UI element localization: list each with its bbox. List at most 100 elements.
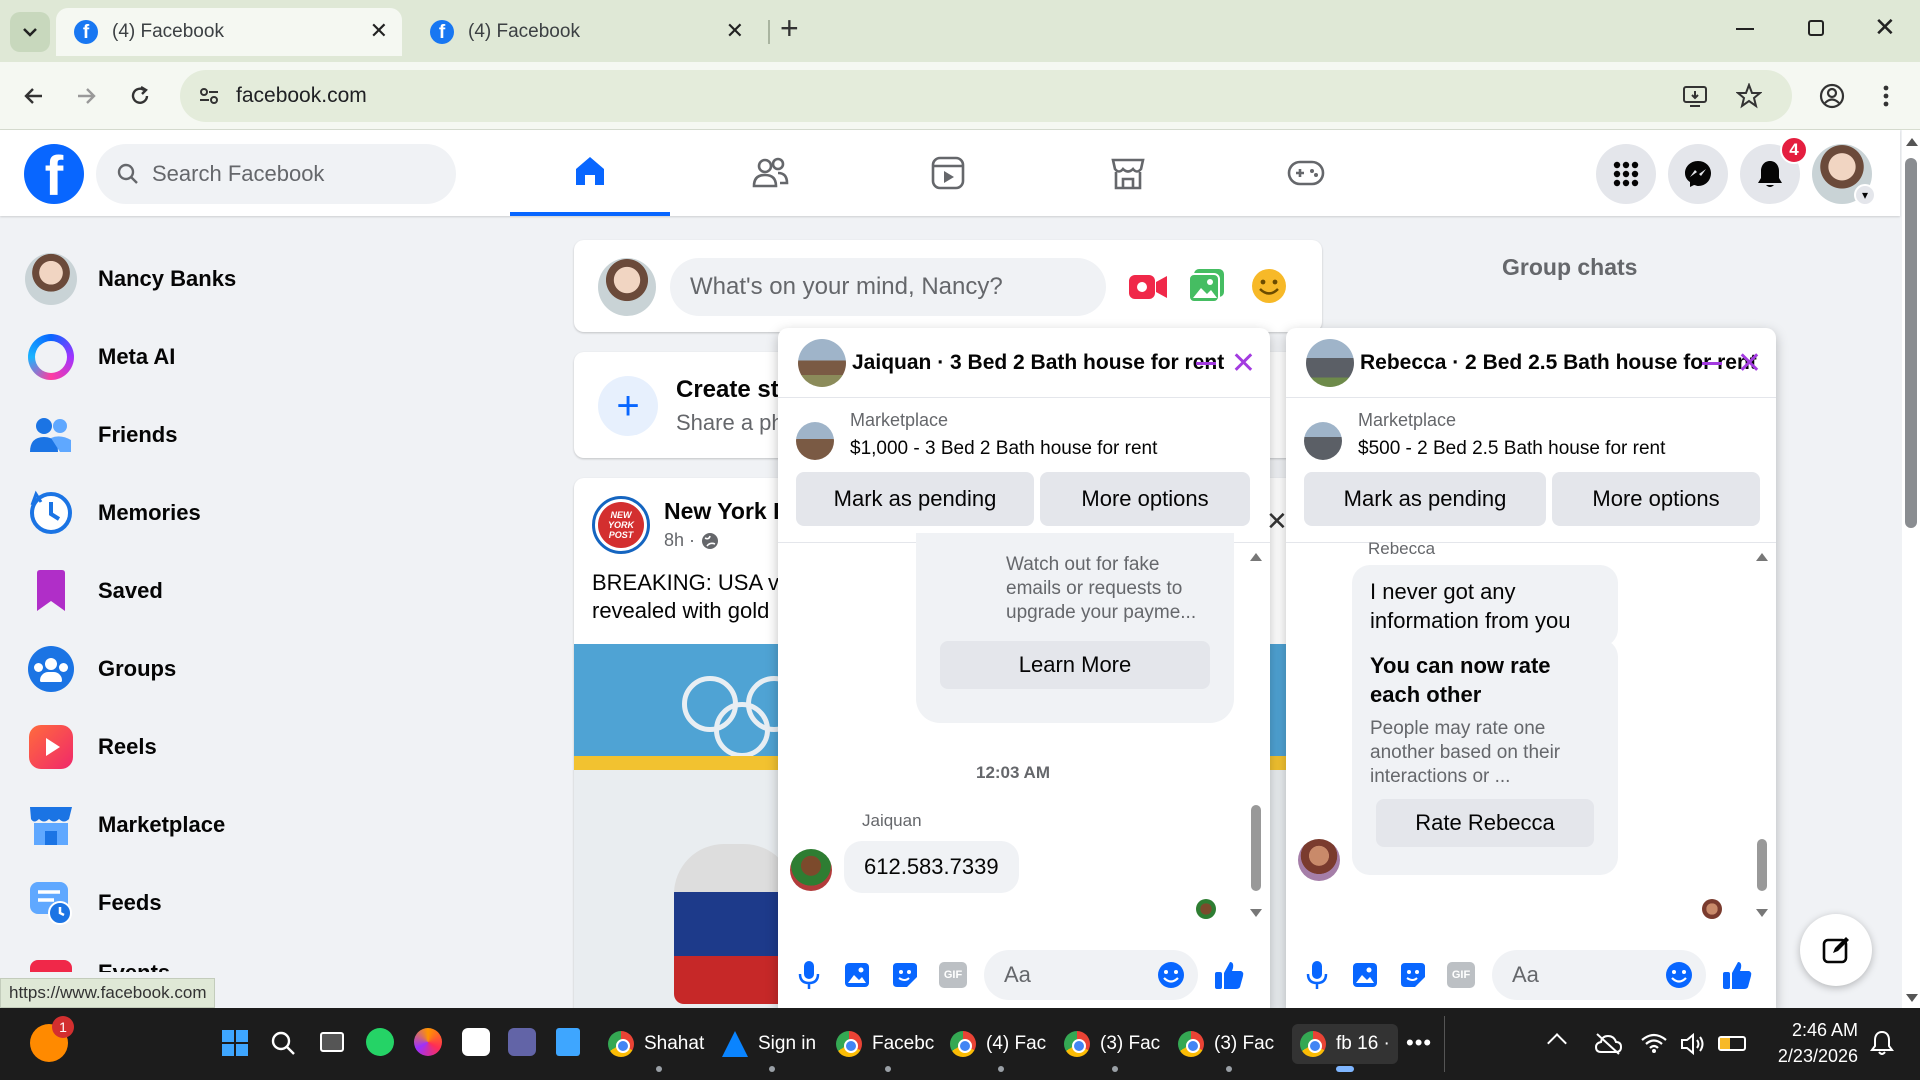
more-options-button[interactable]: More options — [1040, 472, 1250, 526]
chat-scrollbar[interactable] — [1248, 543, 1264, 933]
browser-menu-button[interactable] — [1870, 80, 1902, 112]
address-bar[interactable]: facebook.com — [180, 70, 1792, 122]
firefox-icon[interactable] — [414, 1028, 442, 1056]
rate-rebecca-button[interactable]: Rate Rebecca — [1376, 799, 1594, 847]
clock-time[interactable]: 2:46 AM — [1770, 1020, 1858, 1041]
message-input[interactable]: Aa — [984, 950, 1198, 1000]
post-author[interactable]: New York P — [664, 498, 788, 525]
close-popup-icon[interactable]: ✕ — [1266, 506, 1288, 537]
notepad-icon[interactable] — [556, 1028, 580, 1056]
browser-tab[interactable]: f (4) Facebook ✕ — [412, 8, 758, 56]
page-scrollbar[interactable] — [1902, 130, 1920, 1010]
attach-photo-button[interactable] — [1348, 958, 1382, 992]
clock-date[interactable]: 2/23/2026 — [1770, 1046, 1858, 1067]
minimize-chat-icon[interactable] — [1702, 362, 1722, 365]
new-message-button[interactable] — [1800, 914, 1872, 986]
profile-button[interactable] — [1816, 80, 1848, 112]
minimize-chat-icon[interactable] — [1196, 362, 1216, 365]
tab-friends[interactable] — [690, 130, 850, 216]
tab-marketplace[interactable] — [1048, 130, 1208, 216]
account-avatar-button[interactable]: ▾ — [1812, 144, 1876, 206]
scrollbar-thumb[interactable] — [1757, 839, 1767, 891]
mark-as-pending-button[interactable]: Mark as pending — [796, 472, 1034, 526]
install-app-icon[interactable] — [1682, 83, 1708, 109]
new-tab-button[interactable]: + — [780, 10, 799, 47]
sidebar-item-events[interactable]: Events — [14, 942, 534, 972]
feeling-emoji-icon[interactable] — [1250, 267, 1288, 305]
close-window-button[interactable]: ✕ — [1874, 12, 1896, 43]
scroll-up-arrow-icon[interactable] — [1756, 553, 1768, 561]
taskbar-app-item[interactable]: Shahat — [608, 1024, 704, 1072]
capcut-icon[interactable] — [462, 1028, 490, 1056]
create-post-input[interactable]: What's on your mind, Nancy? — [670, 258, 1106, 316]
photo-video-icon[interactable] — [1188, 268, 1226, 304]
tab-video[interactable] — [868, 130, 1028, 216]
close-chat-icon[interactable]: ✕ — [1737, 346, 1762, 381]
voice-clip-button[interactable] — [1300, 958, 1334, 992]
tab-home[interactable] — [510, 130, 670, 216]
gif-button[interactable]: GIF — [936, 958, 970, 992]
browser-tab-active[interactable]: f (4) Facebook ✕ — [56, 8, 402, 56]
live-video-icon[interactable] — [1128, 272, 1168, 302]
chat-scrollbar[interactable] — [1754, 543, 1770, 933]
tab-search-button[interactable] — [10, 12, 50, 52]
search-icon[interactable] — [270, 1030, 296, 1056]
whatsapp-icon[interactable] — [366, 1028, 394, 1056]
scrollbar-thumb[interactable] — [1905, 158, 1917, 528]
minimize-button[interactable] — [1736, 28, 1754, 30]
site-info-icon[interactable] — [198, 85, 220, 107]
more-apps-icon[interactable]: ••• — [1406, 1030, 1432, 1056]
learn-more-button[interactable]: Learn More — [940, 641, 1210, 689]
battery-icon[interactable] — [1718, 1036, 1746, 1051]
taskbar-app-item-active[interactable]: fb 16 · — [1292, 1024, 1398, 1072]
sidebar-item-marketplace[interactable]: Marketplace — [14, 786, 534, 864]
emoji-icon[interactable] — [1156, 960, 1186, 990]
sticker-button[interactable] — [888, 958, 922, 992]
taskbar-app-item[interactable]: Sign in — [722, 1024, 816, 1072]
scrollbar-thumb[interactable] — [1251, 805, 1261, 891]
sidebar-item-reels[interactable]: Reels — [14, 708, 534, 786]
close-tab-icon[interactable]: ✕ — [370, 18, 388, 44]
sidebar-item-saved[interactable]: Saved — [14, 552, 534, 630]
reload-button[interactable] — [124, 80, 156, 112]
sidebar-item-memories[interactable]: Memories — [14, 474, 534, 552]
tab-gaming[interactable] — [1226, 130, 1386, 216]
teams-icon[interactable] — [508, 1028, 536, 1056]
sidebar-item-meta-ai[interactable]: Meta AI — [14, 318, 534, 396]
message-bubble[interactable]: I never got any information from you — [1352, 565, 1618, 647]
notifications-button[interactable]: 4 — [1740, 136, 1808, 204]
like-button[interactable] — [1720, 958, 1754, 992]
chat-header[interactable]: Jaiquan · 3 Bed 2 Bath house for rent ✕ — [778, 328, 1270, 398]
scroll-down-arrow-icon[interactable] — [1756, 909, 1768, 917]
message-input[interactable]: Aa — [1492, 950, 1706, 1000]
forward-button[interactable] — [70, 80, 102, 112]
attach-photo-button[interactable] — [840, 958, 874, 992]
new-york-post-logo[interactable]: NEW YORK POST — [592, 496, 650, 554]
mark-as-pending-button[interactable]: Mark as pending — [1304, 472, 1546, 526]
sidebar-item-feeds[interactable]: Feeds — [14, 864, 534, 942]
sidebar-item-friends[interactable]: Friends — [14, 396, 534, 474]
emoji-icon[interactable] — [1664, 960, 1694, 990]
sidebar-item-groups[interactable]: Groups — [14, 630, 534, 708]
scroll-down-arrow-icon[interactable] — [1250, 909, 1262, 917]
sticker-button[interactable] — [1396, 958, 1430, 992]
search-input[interactable]: Search Facebook — [96, 144, 456, 204]
sidebar-item-profile[interactable]: Nancy Banks — [14, 240, 534, 318]
taskbar-app-item[interactable]: (3) Fac — [1178, 1024, 1274, 1072]
notification-app-button[interactable]: 1 — [30, 1016, 74, 1062]
restore-button[interactable] — [1808, 20, 1824, 36]
messenger-button[interactable] — [1668, 144, 1728, 204]
scroll-up-arrow-icon[interactable] — [1906, 138, 1918, 146]
taskbar-app-item[interactable]: (3) Fac — [1064, 1024, 1160, 1072]
voice-clip-button[interactable] — [792, 958, 826, 992]
wifi-icon[interactable] — [1640, 1032, 1668, 1054]
notification-bell-icon[interactable] — [1870, 1030, 1894, 1056]
more-options-button[interactable]: More options — [1552, 472, 1760, 526]
like-button[interactable] — [1212, 958, 1246, 992]
start-button[interactable] — [222, 1030, 248, 1056]
gif-button[interactable]: GIF — [1444, 958, 1478, 992]
scroll-up-arrow-icon[interactable] — [1250, 553, 1262, 561]
close-tab-icon[interactable]: ✕ — [726, 18, 744, 44]
bookmark-star-icon[interactable] — [1736, 83, 1762, 109]
show-hidden-icons[interactable] — [1547, 1033, 1567, 1053]
